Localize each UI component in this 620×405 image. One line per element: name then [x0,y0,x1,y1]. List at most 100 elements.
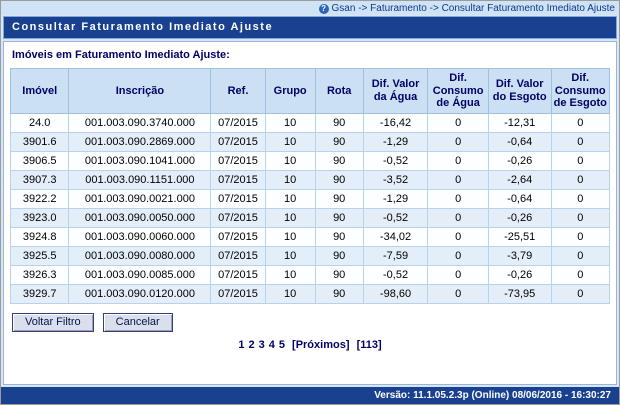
page-link-4[interactable]: 4 [269,339,275,351]
page-link-3[interactable]: 3 [259,339,265,351]
table-cell: 0 [428,227,489,246]
actions-row: Voltar Filtro Cancelar [10,313,610,332]
table-cell: 07/2015 [211,113,265,132]
table-cell: -2,64 [488,170,551,189]
gsan-window: ? Gsan -> Faturamento -> Consultar Fatur… [0,0,620,405]
table-cell: -0,64 [488,132,551,151]
cancelar-button[interactable]: Cancelar [103,313,173,332]
table-cell: 90 [315,265,363,284]
table-cell: 10 [265,208,315,227]
table-cell: 0 [428,284,489,303]
col-header-rota: Rota [315,69,363,114]
table-cell: 001.003.090.0021.000 [69,189,211,208]
table-cell: 3924.8 [11,227,69,246]
col-header-inscricao: Inscrição [69,69,211,114]
page-title-bar: Consultar Faturamento Imediato Ajuste [3,16,617,39]
table-cell: 90 [315,170,363,189]
table-cell: 0 [428,132,489,151]
col-header-ref: Ref. [211,69,265,114]
table-cell: -3,52 [363,170,428,189]
col-header-grupo: Grupo [265,69,315,114]
footer-bar: Versão: 11.1.05.2.3p (Online) 08/06/2016… [1,387,619,404]
table-cell: -0,26 [488,265,551,284]
table-cell: 0 [428,246,489,265]
table-cell: 07/2015 [211,246,265,265]
table-cell: -73,95 [488,284,551,303]
table-row: 3924.8001.003.090.0060.00007/20151090-34… [11,227,610,246]
table-cell: 3922.2 [11,189,69,208]
table-cell: -0,52 [363,265,428,284]
table-cell: 3906.5 [11,151,69,170]
col-header-dif-consumo-agua: Dif. Consumo de Água [428,69,489,114]
page-link-2[interactable]: 2 [248,339,254,351]
col-header-dif-consumo-esgoto: Dif. Consumo de Esgoto [551,69,610,114]
table-cell: 001.003.090.2869.000 [69,132,211,151]
table-cell: 90 [315,151,363,170]
table-cell: 0 [428,151,489,170]
table-cell: 001.003.090.0120.000 [69,284,211,303]
table-cell: 07/2015 [211,132,265,151]
table-row: 3907.3001.003.090.1151.00007/20151090-3,… [11,170,610,189]
table-cell: 07/2015 [211,227,265,246]
page-link-5[interactable]: 5 [279,339,285,351]
table-cell: 001.003.090.0080.000 [69,246,211,265]
table-cell: 0 [551,208,610,227]
table-cell: 90 [315,208,363,227]
table-cell: 3923.0 [11,208,69,227]
table-row: 3906.5001.003.090.1041.00007/20151090-0,… [11,151,610,170]
table-cell: 0 [551,265,610,284]
table-cell: -0,52 [363,151,428,170]
content-panel: Imóveis em Faturamento Imediato Ajuste: … [3,41,617,385]
table-row: 3901.6001.003.090.2869.00007/20151090-1,… [11,132,610,151]
help-icon[interactable]: ? [319,4,329,14]
table-cell: 001.003.090.1151.000 [69,170,211,189]
table-cell: 07/2015 [211,151,265,170]
breadcrumb-bar: ? Gsan -> Faturamento -> Consultar Fatur… [1,1,619,15]
table-cell: 10 [265,113,315,132]
last-page-link[interactable]: [113] [357,339,382,351]
col-header-dif-valor-esgoto: Dif. Valor do Esgoto [488,69,551,114]
table-cell: 90 [315,284,363,303]
table-header-row: Imóvel Inscrição Ref. Grupo Rota Dif. Va… [11,69,610,114]
table-cell: 0 [551,132,610,151]
table-cell: 0 [551,227,610,246]
table-cell: 0 [428,265,489,284]
table-cell: 07/2015 [211,189,265,208]
table-cell: -3,79 [488,246,551,265]
table-cell: -1,29 [363,189,428,208]
table-cell: 90 [315,189,363,208]
table-cell: 10 [265,284,315,303]
version-text: Versão: 11.1.05.2.3p (Online) 08/06/2016… [374,390,611,401]
table-cell: 0 [551,170,610,189]
table-cell: 0 [428,208,489,227]
table-cell: -0,26 [488,208,551,227]
table-cell: 0 [551,189,610,208]
table-cell: 0 [551,246,610,265]
pagination: 12345 [Próximos] [113] [10,339,610,351]
table-row: 3926.3001.003.090.0085.00007/20151090-0,… [11,265,610,284]
table-body: 24.0001.003.090.3740.00007/20151090-16,4… [11,113,610,303]
table-cell: 10 [265,132,315,151]
table-cell: 24.0 [11,113,69,132]
proximos-link[interactable]: [Próximos] [292,339,349,351]
table-row: 3923.0001.003.090.0050.00007/20151090-0,… [11,208,610,227]
table-cell: 07/2015 [211,265,265,284]
table-cell: 0 [551,113,610,132]
table-cell: 90 [315,113,363,132]
table-cell: 90 [315,132,363,151]
voltar-filtro-button[interactable]: Voltar Filtro [12,313,94,332]
table-cell: 90 [315,246,363,265]
table-row: 3929.7001.003.090.0120.00007/20151090-98… [11,284,610,303]
table-cell: -25,51 [488,227,551,246]
table-cell: -98,60 [363,284,428,303]
table-cell: 001.003.090.0085.000 [69,265,211,284]
table-cell: 0 [428,113,489,132]
page-link-1[interactable]: 1 [238,339,244,351]
table-row: 3922.2001.003.090.0021.00007/20151090-1,… [11,189,610,208]
table-row: 24.0001.003.090.3740.00007/20151090-16,4… [11,113,610,132]
table-cell: 3929.7 [11,284,69,303]
table-cell: 3926.3 [11,265,69,284]
table-cell: -16,42 [363,113,428,132]
table-cell: 0 [551,284,610,303]
table-cell: 001.003.090.1041.000 [69,151,211,170]
